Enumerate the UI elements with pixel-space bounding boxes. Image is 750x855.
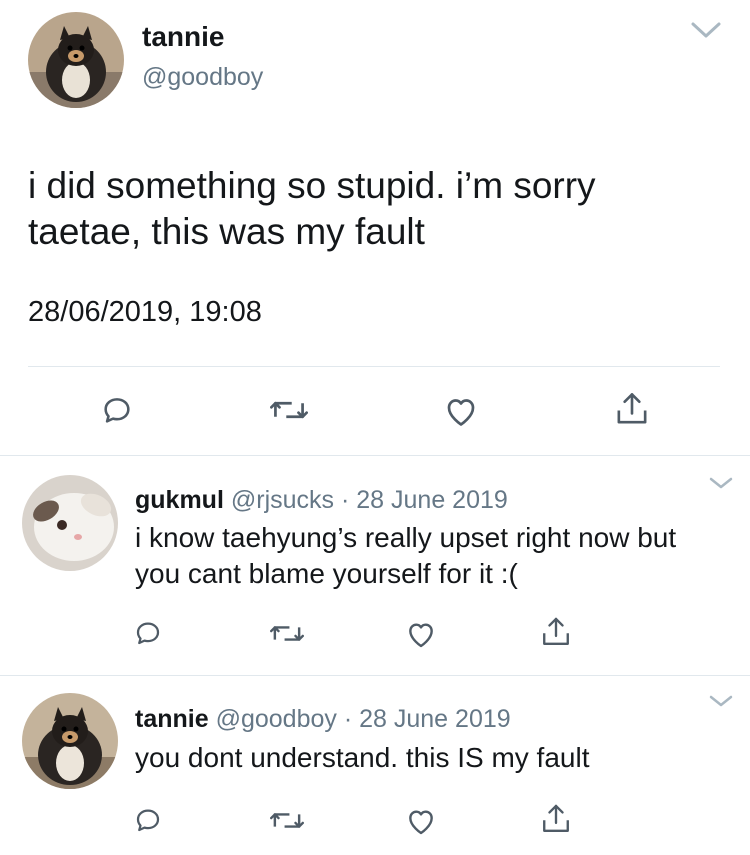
- reply-handle[interactable]: @rjsucks: [231, 486, 334, 514]
- reply-handle[interactable]: @goodboy: [216, 705, 337, 733]
- reply-icon[interactable]: [133, 805, 163, 835]
- retweet-icon[interactable]: [270, 620, 304, 647]
- main-tweet-text: i did something so stupid. i’m sorry tae…: [28, 163, 596, 255]
- retweet-icon[interactable]: [270, 395, 308, 425]
- like-icon[interactable]: [405, 806, 437, 836]
- main-tweet-more-chevron-icon[interactable]: [690, 20, 722, 40]
- reply-separator: ·: [340, 486, 350, 514]
- reply-more-chevron-icon[interactable]: [708, 475, 734, 491]
- like-icon[interactable]: [443, 394, 479, 428]
- reply-header: tannie @goodboy · 28 June 2019: [135, 703, 511, 735]
- reply-icon[interactable]: [133, 618, 163, 648]
- main-tweet-handle[interactable]: @goodboy: [142, 62, 263, 92]
- reply-header: gukmul @rjsucks · 28 June 2019: [135, 484, 508, 516]
- main-tweet-text-line: taetae, this was my fault: [28, 211, 425, 252]
- share-icon[interactable]: [614, 390, 650, 428]
- reply-avatar[interactable]: [22, 693, 118, 789]
- reply-text: i know taehyung’s really upset right now…: [135, 520, 676, 592]
- reply-date[interactable]: 28 June 2019: [356, 486, 508, 514]
- share-icon[interactable]: [540, 615, 572, 649]
- main-tweet-timestamp[interactable]: 28/06/2019, 19:08: [28, 295, 262, 329]
- main-tweet-text-line: i did something so stupid. i’m sorry: [28, 165, 596, 206]
- reply-more-chevron-icon[interactable]: [708, 693, 734, 709]
- reply-text-line: i know taehyung’s really upset right now…: [135, 522, 677, 553]
- main-tweet-avatar[interactable]: [28, 12, 124, 108]
- divider: [0, 675, 750, 676]
- reply-display-name[interactable]: tannie: [135, 705, 209, 733]
- reply-text-line: you cant blame yourself for it :(: [135, 558, 518, 589]
- divider: [0, 455, 750, 456]
- reply-icon[interactable]: [100, 393, 134, 427]
- share-icon[interactable]: [540, 802, 572, 836]
- reply-separator: ·: [343, 705, 353, 733]
- main-tweet-display-name[interactable]: tannie: [142, 20, 224, 54]
- reply-date[interactable]: 28 June 2019: [359, 705, 511, 733]
- retweet-icon[interactable]: [270, 807, 304, 834]
- reply-avatar[interactable]: [22, 475, 118, 571]
- reply-text: you dont understand. this IS my fault: [135, 742, 590, 773]
- reply-display-name[interactable]: gukmul: [135, 486, 224, 514]
- like-icon[interactable]: [405, 619, 437, 649]
- divider: [28, 366, 720, 367]
